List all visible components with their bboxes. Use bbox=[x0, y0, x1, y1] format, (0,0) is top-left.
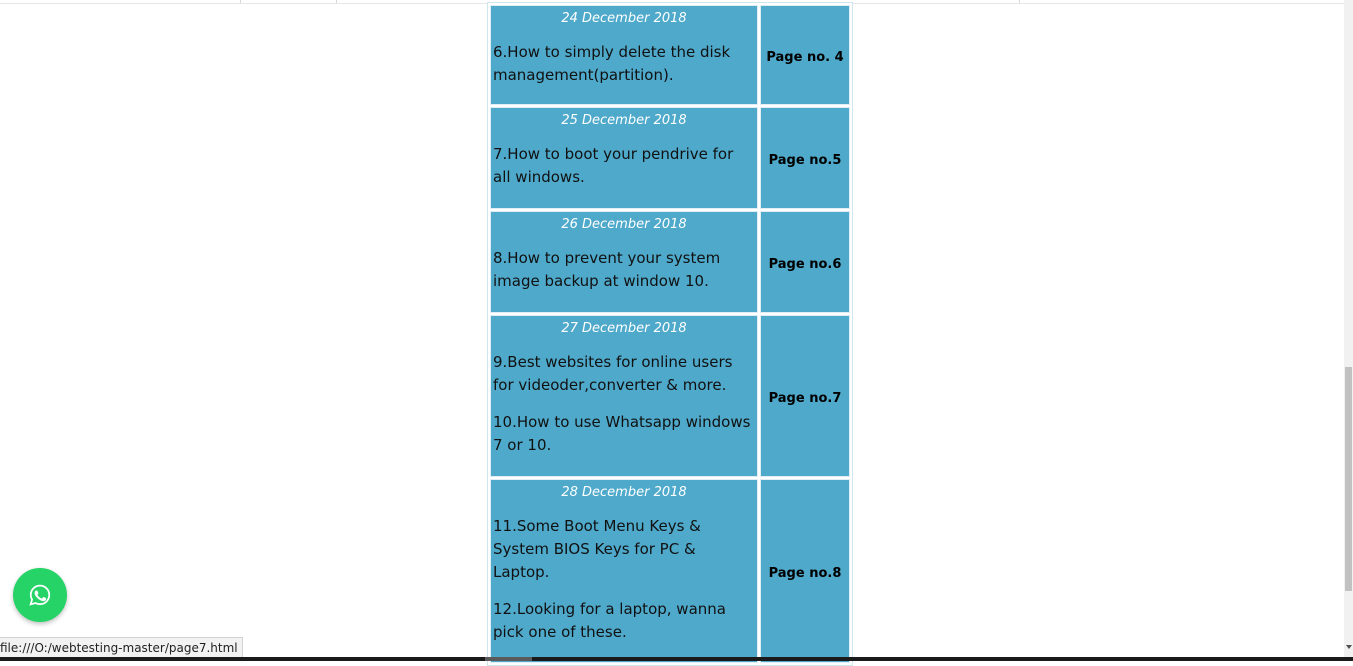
taskbar-highlight bbox=[485, 657, 532, 661]
page-link-cell: Page no.8 bbox=[760, 479, 850, 663]
whatsapp-button[interactable] bbox=[13, 568, 67, 622]
posts-table: 24 December 2018 6.How to simply delete … bbox=[487, 2, 853, 666]
post-date: 24 December 2018 bbox=[561, 11, 687, 26]
post-title: 6.How to simply delete the disk manageme… bbox=[493, 43, 731, 84]
scrollbar-thumb[interactable] bbox=[1345, 367, 1352, 591]
page-link[interactable]: Page no.8 bbox=[769, 566, 842, 581]
post-title: 8.How to prevent your system image backu… bbox=[493, 249, 721, 290]
divider-tick bbox=[1019, 0, 1020, 3]
post-date: 27 December 2018 bbox=[561, 321, 687, 336]
post-date: 26 December 2018 bbox=[561, 217, 687, 232]
post-title: 9.Best websites for online users for vid… bbox=[493, 353, 733, 394]
whatsapp-icon bbox=[29, 584, 51, 606]
post-date: 28 December 2018 bbox=[561, 485, 687, 500]
status-bar-url: file:///O:/webtesting-master/page7.html bbox=[0, 637, 243, 659]
page-link[interactable]: Page no.7 bbox=[769, 391, 842, 406]
page-link-cell: Page no. 4 bbox=[760, 5, 850, 105]
post-title: 10.How to use Whatsapp windows 7 or 10. bbox=[493, 413, 751, 454]
post-cell: 26 December 2018 8.How to prevent your s… bbox=[490, 211, 758, 313]
post-cell: 25 December 2018 7.How to boot your pend… bbox=[490, 107, 758, 209]
table-row: 25 December 2018 7.How to boot your pend… bbox=[490, 107, 850, 209]
page-link-cell: Page no.7 bbox=[760, 315, 850, 477]
post-title: 12.Looking for a laptop, wanna pick one … bbox=[493, 600, 726, 641]
table-row: 26 December 2018 8.How to prevent your s… bbox=[490, 211, 850, 313]
post-cell: 28 December 2018 11.Some Boot Menu Keys … bbox=[490, 479, 758, 663]
page-link[interactable]: Page no.6 bbox=[769, 257, 842, 272]
post-cell: 27 December 2018 9.Best websites for onl… bbox=[490, 315, 758, 477]
page-link-cell: Page no.6 bbox=[760, 211, 850, 313]
page-link[interactable]: Page no. 4 bbox=[766, 50, 843, 65]
table-row: 28 December 2018 11.Some Boot Menu Keys … bbox=[490, 479, 850, 663]
post-title: 11.Some Boot Menu Keys & System BIOS Key… bbox=[493, 517, 701, 581]
taskbar-edge bbox=[0, 657, 1353, 661]
table-row: 24 December 2018 6.How to simply delete … bbox=[490, 5, 850, 105]
page-link-cell: Page no.5 bbox=[760, 107, 850, 209]
post-cell: 24 December 2018 6.How to simply delete … bbox=[490, 5, 758, 105]
divider-tick bbox=[336, 0, 337, 3]
scroll-down-arrow-icon[interactable] bbox=[1346, 645, 1352, 649]
table-row: 27 December 2018 9.Best websites for onl… bbox=[490, 315, 850, 477]
divider-tick bbox=[240, 0, 241, 3]
page-link[interactable]: Page no.5 bbox=[769, 153, 842, 168]
post-title: 7.How to boot your pendrive for all wind… bbox=[493, 145, 734, 186]
vertical-scrollbar[interactable] bbox=[1344, 0, 1353, 657]
post-date: 25 December 2018 bbox=[561, 113, 687, 128]
